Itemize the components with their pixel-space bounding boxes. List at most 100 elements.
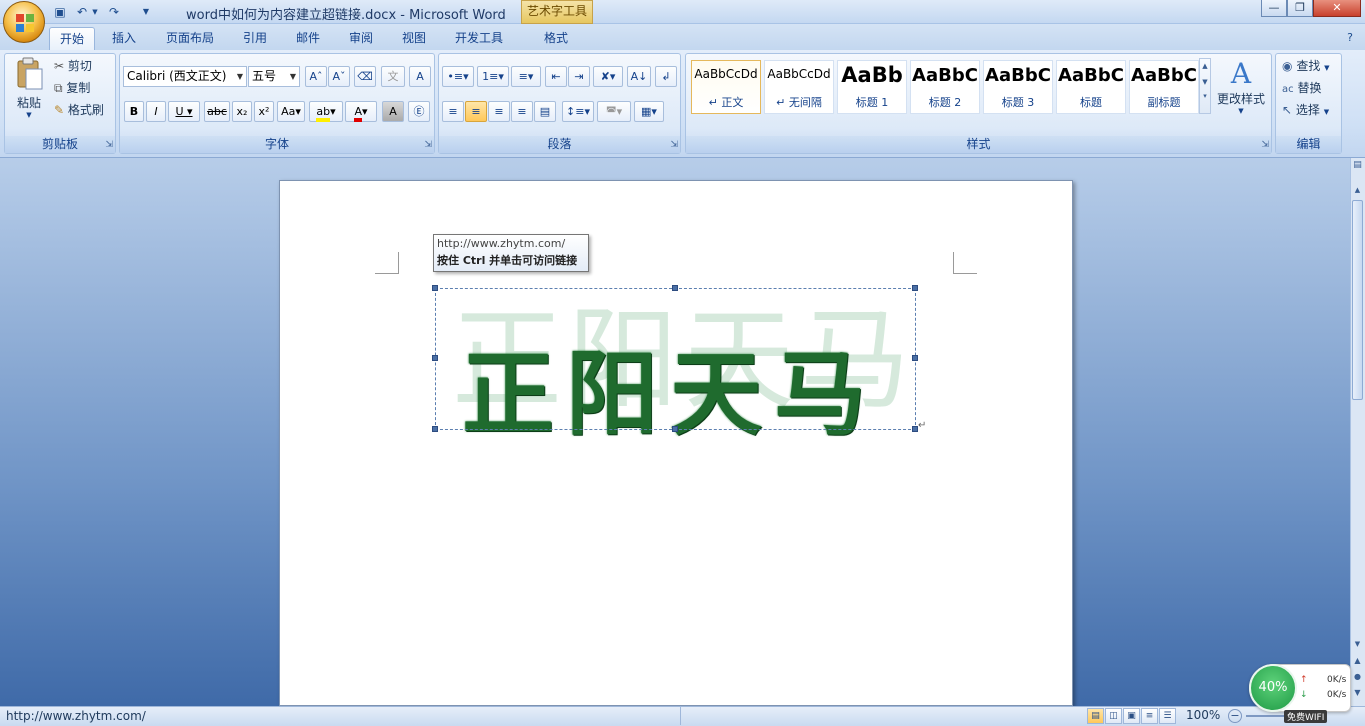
view-web-layout-button[interactable]: ▣ <box>1123 708 1140 724</box>
distributed-button[interactable]: ▤ <box>534 101 556 122</box>
font-name-combo[interactable]: Calibri (西文正文) ▼ <box>123 66 247 87</box>
resize-handle[interactable] <box>432 426 438 432</box>
cut-button[interactable]: ✂ 剪切 <box>54 57 92 75</box>
char-shading-button[interactable]: A <box>382 101 404 122</box>
view-print-layout-button[interactable]: ▤ <box>1087 708 1104 724</box>
bold-button[interactable]: B <box>124 101 144 122</box>
font-color-button[interactable]: A▾ <box>345 101 377 122</box>
dialog-launcher-icon[interactable]: ⇲ <box>105 140 113 150</box>
style-tile-heading-1[interactable]: AaBb 标题 1 <box>837 60 907 114</box>
scroll-up-icon[interactable]: ▲ <box>1351 186 1364 198</box>
tab-developer[interactable]: 开发工具 <box>448 27 510 50</box>
previous-page-icon[interactable]: ▲ <box>1351 656 1364 668</box>
view-full-screen-reading-button[interactable]: ◫ <box>1105 708 1122 724</box>
save-icon[interactable]: ▣ <box>52 4 68 20</box>
line-spacing-button[interactable]: ↕≡▾ <box>562 101 594 122</box>
resize-handle[interactable] <box>432 355 438 361</box>
phonetic-guide-button[interactable]: 文 <box>381 66 405 87</box>
superscript-button[interactable]: x² <box>254 101 274 122</box>
tab-home[interactable]: 开始 <box>49 27 95 50</box>
next-page-icon[interactable]: ▼ <box>1351 688 1364 700</box>
tab-format[interactable]: 格式 <box>535 27 577 50</box>
vertical-scroll-thumb[interactable] <box>1352 200 1363 400</box>
maximize-button[interactable]: ❐ <box>1287 0 1313 17</box>
tab-insert[interactable]: 插入 <box>104 27 144 50</box>
italic-button[interactable]: I <box>146 101 166 122</box>
numbering-button[interactable]: 1≡▾ <box>477 66 509 87</box>
change-case-button[interactable]: Aa▾ <box>277 101 305 122</box>
clear-formatting-button[interactable]: ⌫ <box>354 66 376 87</box>
wordart-selection-box[interactable] <box>435 288 916 430</box>
increase-indent-button[interactable]: ⇥ <box>568 66 590 87</box>
customize-quick-access-icon[interactable]: ▼ <box>138 4 154 20</box>
underline-button[interactable]: U ▾ <box>168 101 200 122</box>
resize-handle[interactable] <box>912 285 918 291</box>
dialog-launcher-icon[interactable]: ⇲ <box>670 140 678 150</box>
scroll-down-icon[interactable]: ▼ <box>1351 640 1364 652</box>
dialog-launcher-icon[interactable]: ⇲ <box>424 140 432 150</box>
replace-button[interactable]: ac 替换 <box>1282 79 1321 97</box>
tab-view[interactable]: 视图 <box>395 27 433 50</box>
minimize-button[interactable]: — <box>1261 0 1287 17</box>
borders-button[interactable]: ▦▾ <box>634 101 664 122</box>
change-styles-button[interactable]: A 更改样式 ▼ <box>1214 58 1268 124</box>
redo-icon[interactable]: ↷ <box>106 4 122 20</box>
chinese-layout-button[interactable]: ✘▾ <box>593 66 623 87</box>
grow-font-button[interactable]: Aˆ <box>305 66 327 87</box>
tab-page-layout[interactable]: 页面布局 <box>160 27 220 50</box>
zoom-out-icon[interactable]: − <box>1228 709 1242 723</box>
shrink-font-button[interactable]: Aˇ <box>328 66 350 87</box>
paste-button[interactable]: 粘贴 ▼ <box>12 57 46 125</box>
sort-button[interactable]: A↓ <box>627 66 651 87</box>
style-name: ↵ 正文 <box>708 96 744 109</box>
justify-button[interactable]: ≡ <box>511 101 533 122</box>
view-outline-button[interactable]: ≡ <box>1141 708 1158 724</box>
select-button[interactable]: ↖ 选择 ▼ <box>1282 101 1329 119</box>
align-center-button[interactable]: ≡ <box>465 101 487 122</box>
resize-handle[interactable] <box>432 285 438 291</box>
find-label: 查找 <box>1296 59 1321 73</box>
subscript-button[interactable]: x₂ <box>232 101 252 122</box>
char-border-button[interactable]: A <box>409 66 431 87</box>
style-tile-subtitle[interactable]: AaBbC 副标题 <box>1129 60 1199 114</box>
tab-mailings[interactable]: 邮件 <box>289 27 327 50</box>
status-url: http://www.zhytm.com/ <box>6 709 146 723</box>
format-painter-button[interactable]: ✎ 格式刷 <box>54 101 104 119</box>
select-browse-object-icon[interactable]: ● <box>1351 672 1364 684</box>
zoom-level[interactable]: 100% <box>1186 708 1220 722</box>
resize-handle[interactable] <box>672 426 678 432</box>
multilevel-list-button[interactable]: ≡▾ <box>511 66 541 87</box>
style-tile-title[interactable]: AaBbC 标题 <box>1056 60 1126 114</box>
dialog-launcher-icon[interactable]: ⇲ <box>1261 140 1269 150</box>
decrease-indent-button[interactable]: ⇤ <box>545 66 567 87</box>
style-tile-normal[interactable]: AaBbCcDd ↵ 正文 <box>691 60 761 114</box>
format-painter-label: 格式刷 <box>67 103 104 117</box>
show-hide-marks-button[interactable]: ↲ <box>655 66 677 87</box>
view-draft-button[interactable]: ☰ <box>1159 708 1176 724</box>
resize-handle[interactable] <box>672 285 678 291</box>
tab-review[interactable]: 审阅 <box>342 27 380 50</box>
help-icon[interactable]: ? <box>1343 31 1357 45</box>
office-button[interactable] <box>3 1 45 43</box>
undo-icon[interactable]: ↶ <box>74 4 90 20</box>
bullets-button[interactable]: •≡▾ <box>442 66 474 87</box>
style-tile-heading-3[interactable]: AaBbC 标题 3 <box>983 60 1053 114</box>
shading-button[interactable]: ◚▾ <box>597 101 631 122</box>
find-button[interactable]: ◉ 查找 ▼ <box>1282 57 1330 75</box>
undo-dropdown-icon[interactable]: ▼ <box>90 4 100 20</box>
close-button[interactable]: ✕ <box>1313 0 1361 17</box>
style-tile-no-spacing[interactable]: AaBbCcDd ↵ 无间隔 <box>764 60 834 114</box>
resize-handle[interactable] <box>912 355 918 361</box>
ruler-toggle-icon[interactable]: ▤ <box>1351 160 1364 172</box>
style-tile-heading-2[interactable]: AaBbC 标题 2 <box>910 60 980 114</box>
highlight-button[interactable]: ab▾ <box>309 101 343 122</box>
styles-gallery-scroll[interactable]: ▲ ▼ ▾ <box>1199 58 1211 114</box>
align-left-button[interactable]: ≡ <box>442 101 464 122</box>
font-size-combo[interactable]: 五号 ▼ <box>248 66 300 87</box>
enclose-char-button[interactable]: Ⓔ <box>408 101 430 122</box>
copy-button[interactable]: ⧉ 复制 <box>54 79 90 97</box>
strikethrough-button[interactable]: abc <box>204 101 230 122</box>
align-right-button[interactable]: ≡ <box>488 101 510 122</box>
tab-references[interactable]: 引用 <box>236 27 274 50</box>
free-wifi-label[interactable]: 免费WIFI <box>1284 710 1328 723</box>
